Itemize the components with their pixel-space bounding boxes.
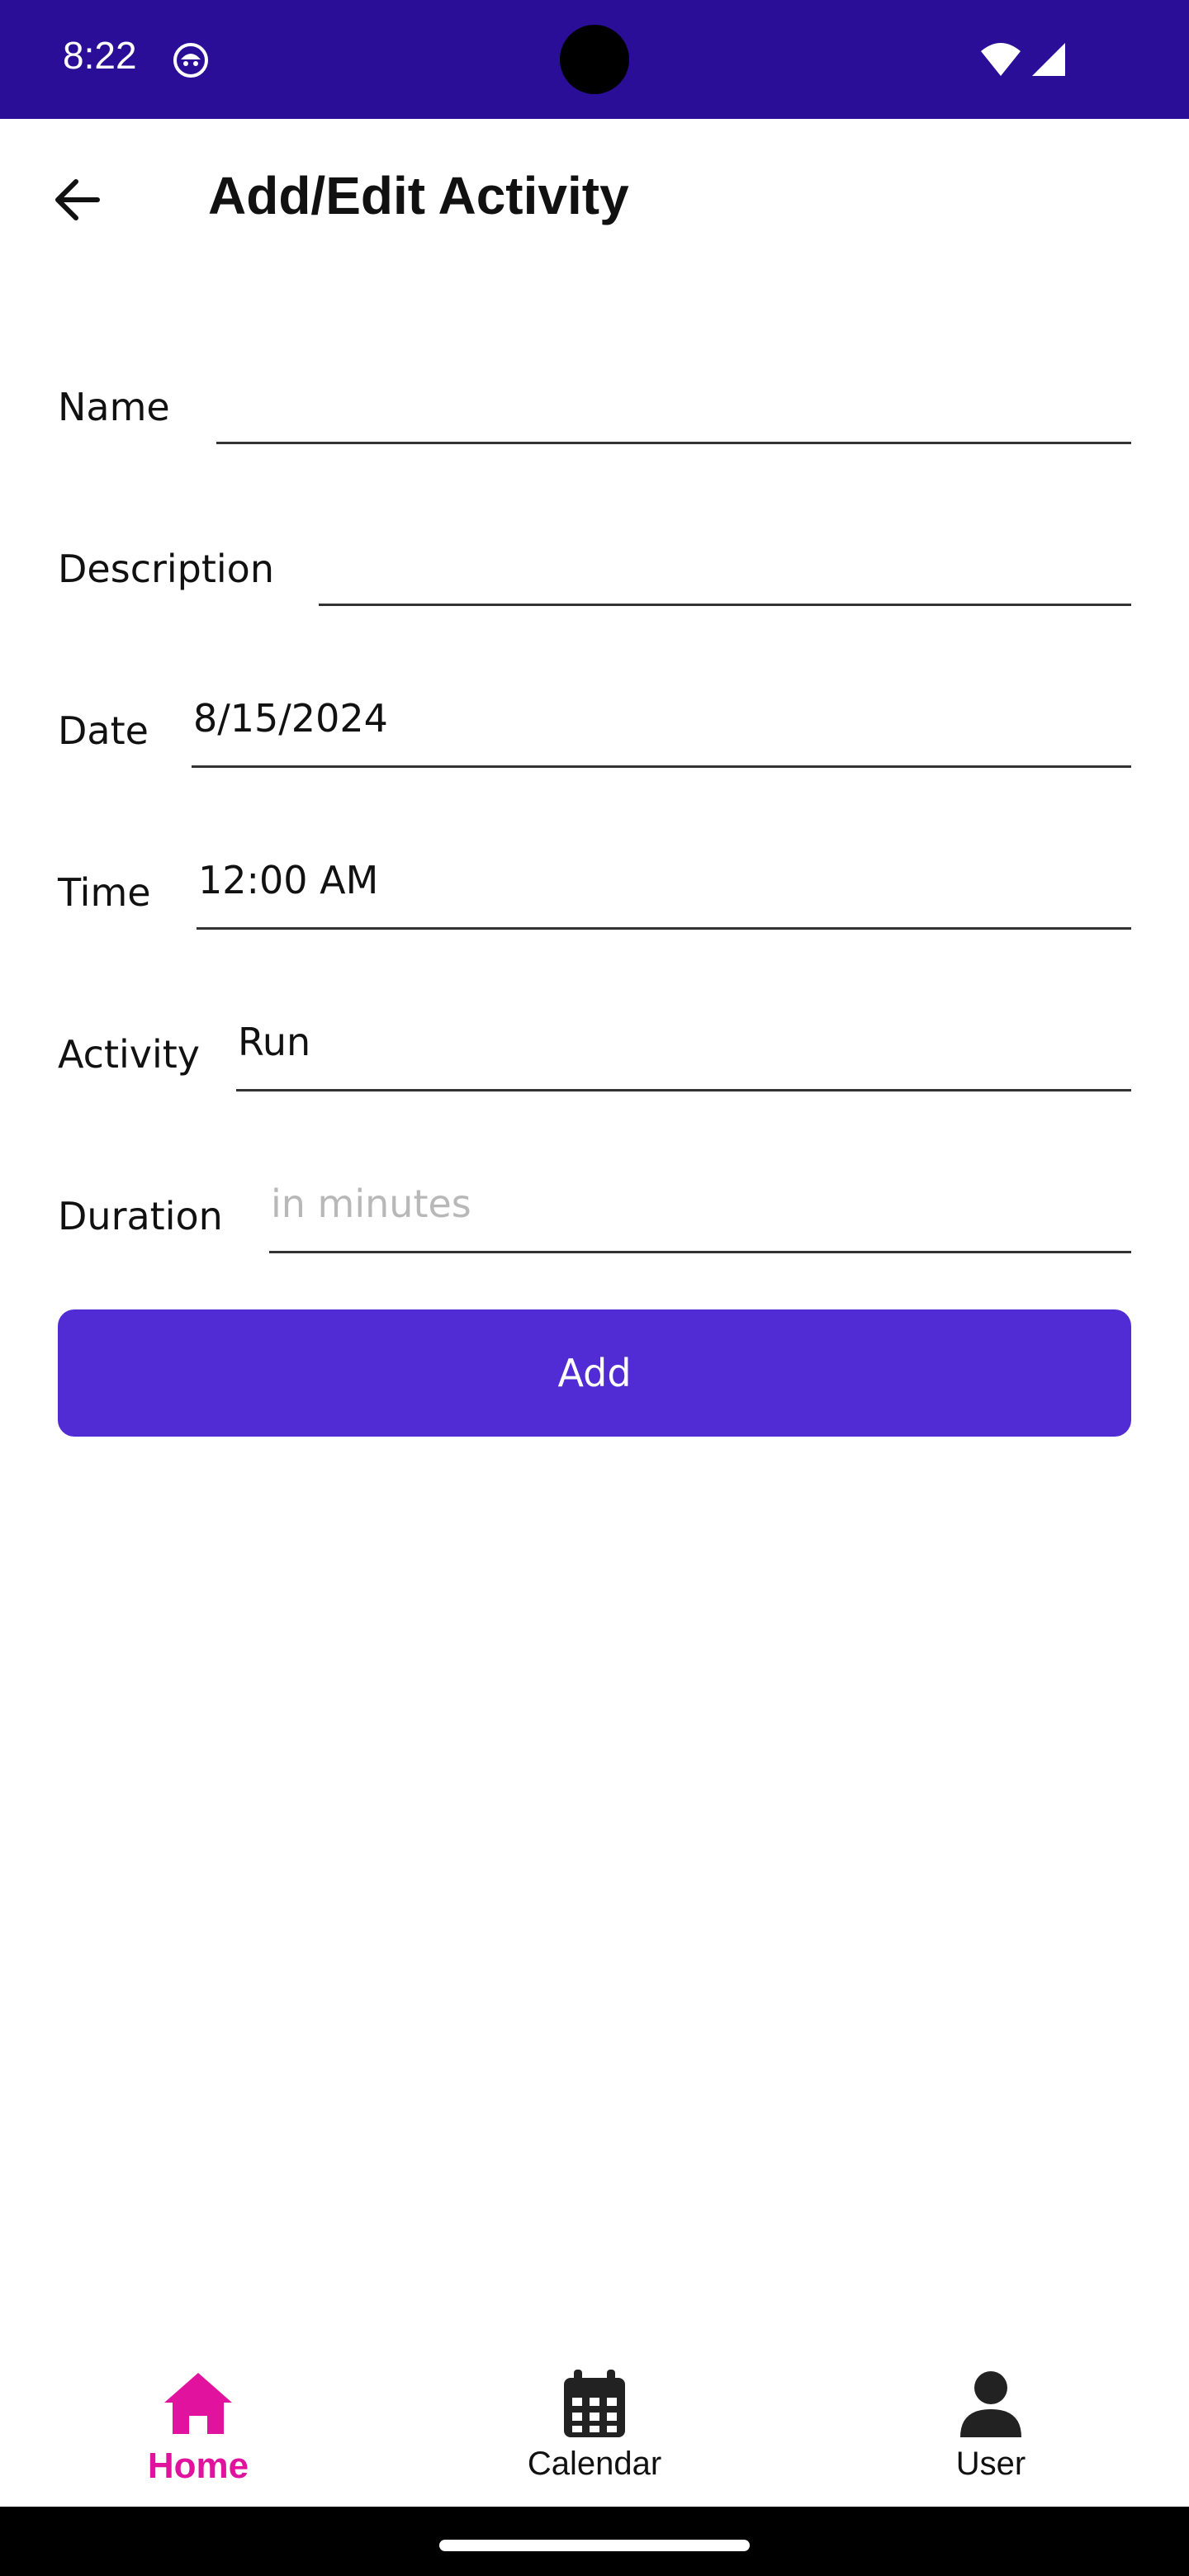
duration-label: Duration [58,1194,223,1238]
name-input[interactable] [216,362,1131,444]
activity-label: Activity [58,1032,201,1077]
app-bar: Add/Edit Activity [0,119,1189,284]
add-button[interactable]: Add [58,1309,1131,1437]
duration-row: Duration [58,1154,1131,1253]
description-row: Description [58,507,1131,606]
tab-user-label: User [955,2446,1026,2482]
activity-row: Activity [58,992,1131,1091]
date-label: Date [58,708,149,753]
signal-icon [1032,43,1065,76]
user-icon [960,2371,1021,2437]
activity-picker[interactable] [236,1009,1131,1091]
date-row: Date [58,669,1131,768]
camera-cutout [560,25,629,94]
page-title: Add/Edit Activity [208,166,629,225]
tab-home-label: Home [147,2446,249,2486]
name-label: Name [58,385,170,429]
duration-input[interactable] [269,1171,1131,1253]
time-picker[interactable] [197,847,1131,930]
name-row: Name [58,345,1131,444]
notification-app-icon [173,43,208,78]
description-input[interactable] [319,523,1131,606]
status-bar: 8:22 [0,0,1189,119]
tab-home[interactable]: Home [0,2342,396,2507]
tab-calendar-label: Calendar [527,2446,662,2482]
description-label: Description [58,547,274,591]
calendar-icon [564,2370,625,2437]
gesture-bar [0,2507,1189,2576]
time-row: Time [58,831,1131,930]
status-time: 8:22 [63,34,137,77]
wifi-icon [981,43,1021,76]
back-arrow-icon[interactable] [46,167,112,233]
gesture-handle[interactable] [439,2540,750,2551]
date-picker[interactable] [192,685,1131,768]
time-label: Time [58,870,151,915]
tab-calendar[interactable]: Calendar [396,2342,793,2507]
tab-user[interactable]: User [793,2342,1189,2507]
home-icon [164,2373,232,2434]
bottom-nav: Home Calendar User [0,2342,1189,2507]
